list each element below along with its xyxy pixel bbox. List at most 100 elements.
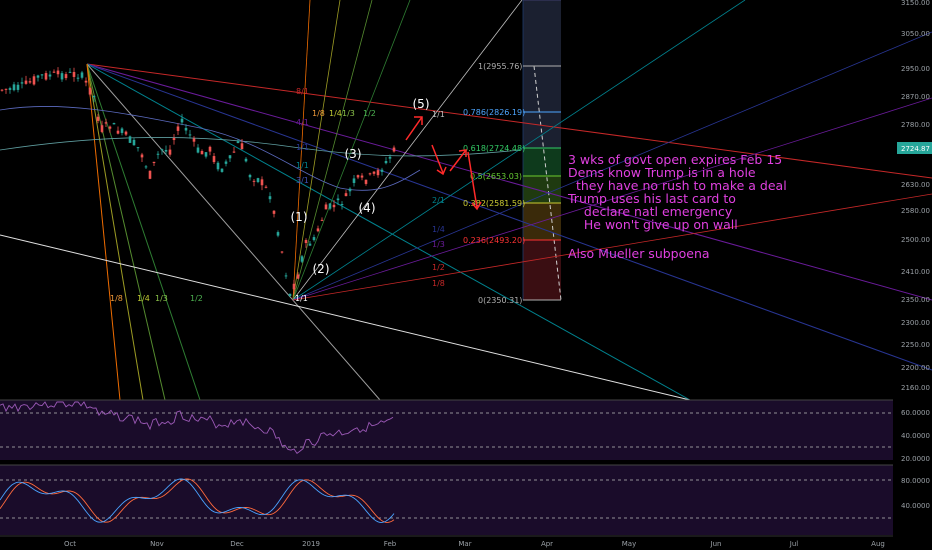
elliott-wave-label: (4) — [359, 201, 376, 215]
gann-angle-label: 1/2 — [432, 263, 445, 272]
candle-body — [352, 178, 356, 183]
candle-body — [172, 137, 176, 141]
candle-body — [76, 77, 80, 79]
gann-top-label: 1/3 — [342, 109, 355, 118]
candle-body — [112, 123, 116, 125]
rsi-panel[interactable]: 60.0000 40.0000 20.0000 — [0, 399, 930, 463]
candle-body — [124, 131, 128, 135]
candle-body — [356, 175, 360, 178]
candle-body — [152, 161, 156, 164]
time-tick-label: Apr — [541, 540, 553, 548]
candle-body — [300, 256, 304, 262]
candle-body — [296, 274, 300, 279]
candle-body — [8, 88, 12, 90]
candle-body — [4, 88, 8, 90]
gann-angle-label: 1/1 — [296, 143, 309, 152]
candle-body — [332, 204, 336, 208]
price-tick-label: 2780.00 — [901, 121, 930, 129]
candle-body — [148, 170, 152, 179]
candle-body — [132, 139, 136, 146]
candle-body — [316, 228, 320, 232]
price-tick-label: 3150.00 — [901, 0, 930, 7]
candle-body — [244, 158, 248, 162]
gann-top-label: 1/8 — [312, 109, 325, 118]
candle-body — [320, 219, 324, 221]
time-tick-label: Dec — [230, 540, 244, 548]
elliott-wave-label: (3) — [345, 147, 362, 161]
gann-angle-label: 3/1 — [296, 176, 309, 185]
gann-angle-label: 4/1 — [296, 118, 309, 127]
price-tick-label: 2350.00 — [901, 296, 930, 304]
candle-body — [260, 179, 264, 186]
annotation-line: Also Mueller subpoena — [568, 246, 710, 261]
candle-body — [372, 171, 376, 174]
candle-body — [212, 156, 216, 163]
candle-body — [220, 168, 224, 172]
fib-band-lime — [523, 175, 561, 203]
rsi-background — [0, 400, 893, 460]
candle-body — [348, 188, 352, 192]
candle-body — [164, 149, 168, 152]
candle-body — [208, 146, 212, 152]
candle-body — [328, 203, 332, 209]
candle-body — [200, 151, 204, 155]
time-tick-label: Mar — [458, 540, 471, 548]
candle-body — [312, 237, 316, 241]
gann-angle-label: 1/1 — [432, 110, 445, 119]
candle-body — [116, 130, 120, 134]
fibonacci-retracement[interactable] — [522, 0, 562, 301]
candle-body — [184, 127, 188, 131]
candle-body — [256, 178, 260, 183]
candle-body — [280, 251, 284, 253]
stoch-tick-label: 80.0000 — [901, 477, 930, 485]
candle-body — [308, 243, 312, 246]
time-tick-label: Oct — [64, 540, 76, 548]
gann-bottom-label: 1/2 — [190, 294, 203, 303]
candle-body — [160, 149, 164, 151]
gann-top-label: 1/2 — [363, 109, 376, 118]
candle-body — [236, 141, 240, 144]
gann-angle-label: 1/1 — [295, 294, 308, 303]
candle-body — [240, 143, 244, 150]
candle-body — [248, 174, 252, 178]
time-tick-label: Nov — [150, 540, 164, 548]
candle-body — [344, 193, 348, 197]
candle-body — [136, 147, 140, 149]
stochastic-panel[interactable]: 80.0000 40.0000 — [0, 464, 930, 535]
gann-bottom-label: 1/4 — [137, 294, 150, 303]
candle-body — [196, 147, 200, 153]
price-tick-label: 2580.00 — [901, 207, 930, 215]
fib-band-green — [523, 148, 561, 175]
candle-body — [100, 125, 104, 132]
candle-body — [340, 204, 344, 206]
rsi-tick-label: 60.0000 — [901, 409, 930, 417]
candle-body — [204, 152, 208, 157]
price-tick-label: 2410.00 — [901, 268, 930, 276]
candle-body — [388, 156, 392, 159]
candle-body — [264, 186, 268, 188]
rsi-tick-label: 40.0000 — [901, 432, 930, 440]
fib-level-label: 0.236(2493.20) — [463, 236, 525, 245]
time-tick-label: Jul — [789, 540, 799, 548]
candle-body — [96, 116, 100, 121]
candle-body — [88, 87, 92, 95]
time-tick-label: Feb — [384, 540, 397, 548]
candle-body — [20, 82, 24, 84]
fib-level-label: 1(2955.76) — [478, 62, 522, 71]
candle-body — [284, 275, 288, 277]
chart-canvas[interactable]: 1(2955.76) 0.786(2826.19) 0.618(2724.48) 0.… — [0, 0, 932, 550]
candle-body — [360, 175, 364, 178]
candle-body — [276, 232, 280, 236]
gann-angle-label: 1/4 — [432, 225, 445, 234]
candle-body — [0, 89, 4, 91]
candle-body — [56, 70, 60, 75]
candle-body — [192, 138, 196, 142]
price-tick-label: 3050.00 — [901, 30, 930, 38]
candle-body — [60, 73, 64, 80]
elliott-wave-label: (2) — [313, 262, 330, 276]
candle-body — [392, 147, 396, 152]
candle-body — [156, 153, 160, 155]
price-tick-label: 2630.00 — [901, 181, 930, 189]
candle-body — [288, 293, 292, 297]
gann-angle-label: 2/1 — [432, 196, 445, 205]
